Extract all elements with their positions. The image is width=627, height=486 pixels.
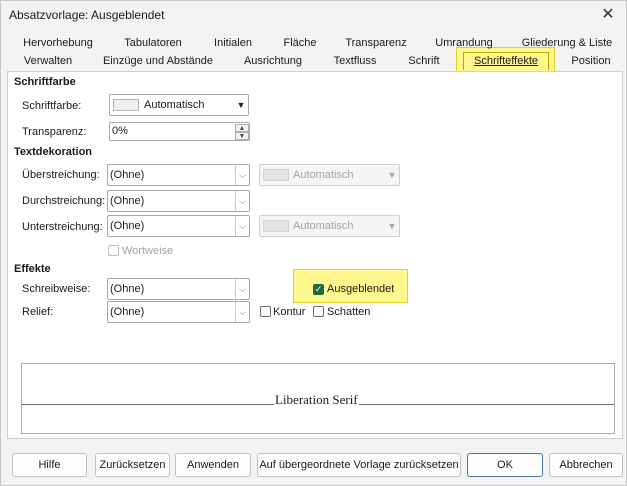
outline-checkbox[interactable] [260,306,271,317]
close-icon[interactable]: ✕ [598,5,618,25]
font-preview: Liberation Serif [21,363,615,434]
tab-ausrichtung[interactable]: Ausrichtung [233,53,313,71]
color-swatch [263,169,289,181]
word-by-word-label: Wortweise [122,245,174,257]
chevron-down-icon: ⌵ [235,191,249,211]
preview-text: Liberation Serif [274,392,359,408]
tab-tabulatoren[interactable]: Tabulatoren [113,35,193,53]
tab-textfluss[interactable]: Textfluss [321,53,389,71]
case-value: (Ohne) [110,283,145,295]
hidden-label: Ausgeblendet [327,283,395,295]
dialog-title: Absatzvorlage: Ausgeblendet [9,8,165,22]
chevron-down-icon: ▼ [387,170,397,180]
tab-flaeche[interactable]: Fläche [273,35,327,53]
transparency-value: 0% [112,125,128,137]
help-button[interactable]: Hilfe [12,453,87,477]
transparency-label: Transparenz: [22,126,87,138]
word-by-word-checkbox[interactable] [108,245,119,256]
apply-button[interactable]: Anwenden [175,453,251,477]
spin-up-icon[interactable]: ▲ [235,124,249,132]
relief-label: Relief: [22,306,54,318]
tab-position[interactable]: Position [561,53,621,71]
case-dropdown[interactable]: (Ohne) ⌵ [107,278,250,300]
tab-transparenz[interactable]: Transparenz [335,35,417,53]
shadow-label: Schatten [327,306,371,318]
underline-value: (Ohne) [110,220,145,232]
hidden-checkbox[interactable]: ✓ [313,284,324,295]
strikethrough-label: Durchstreichung: [22,195,106,207]
overline-label: Überstreichung: [22,169,100,181]
spin-down-icon[interactable]: ▼ [235,132,249,140]
tab-initialen[interactable]: Initialen [201,35,265,53]
chevron-down-icon: ⌵ [235,216,249,236]
tab-schrifteffekte[interactable]: Schrifteffekte [463,52,549,70]
chevron-down-icon: ▼ [387,221,397,231]
font-color-value: Automatisch [144,99,205,111]
font-color-dropdown[interactable]: Automatisch ▼ [109,94,249,116]
relief-value: (Ohne) [110,306,145,318]
chevron-down-icon: ⌵ [235,279,249,299]
reset-button[interactable]: Zurücksetzen [95,453,170,477]
font-color-label: Schriftfarbe: [22,100,82,112]
tab-einzuege-abstaende[interactable]: Einzüge und Abstände [91,53,225,71]
transparency-spinbox[interactable]: 0% ▲ ▼ [109,122,250,141]
relief-dropdown[interactable]: (Ohne) ⌵ [107,301,250,323]
shadow-checkbox[interactable] [313,306,324,317]
tab-schrift[interactable]: Schrift [397,53,451,71]
overline-dropdown[interactable]: (Ohne) ⌵ [107,164,250,186]
section-effects: Effekte [14,263,51,275]
overline-value: (Ohne) [110,169,145,181]
reset-to-parent-button[interactable]: Auf übergeordnete Vorlage zurücksetzen [257,453,461,477]
section-font-color: Schriftfarbe [14,76,76,88]
tab-umrandung[interactable]: Umrandung [425,35,503,53]
title-bar: Absatzvorlage: Ausgeblendet ✕ [1,1,626,29]
overline-color-value: Automatisch [293,169,354,181]
chevron-down-icon: ▼ [236,100,246,110]
cancel-button[interactable]: Abbrechen [549,453,623,477]
ok-button[interactable]: OK [467,453,543,477]
underline-dropdown[interactable]: (Ohne) ⌵ [107,215,250,237]
paragraph-style-dialog: Absatzvorlage: Ausgeblendet ✕ Hervorhebu… [0,0,627,486]
outline-label: Kontur [273,306,306,318]
strikethrough-value: (Ohne) [110,195,145,207]
chevron-down-icon: ⌵ [235,165,249,185]
tab-gliederung-liste[interactable]: Gliederung & Liste [511,35,623,53]
tab-verwalten[interactable]: Verwalten [13,53,83,71]
underline-color-dropdown[interactable]: Automatisch ▼ [259,215,400,237]
spin-buttons[interactable]: ▲ ▼ [235,124,249,142]
chevron-down-icon: ⌵ [235,302,249,322]
overline-color-dropdown[interactable]: Automatisch ▼ [259,164,400,186]
case-label: Schreibweise: [22,283,91,295]
tab-hervorhebung[interactable]: Hervorhebung [13,35,103,53]
strikethrough-dropdown[interactable]: (Ohne) ⌵ [107,190,250,212]
color-swatch [113,99,139,111]
underline-label: Unterstreichung: [22,221,103,233]
color-swatch [263,220,289,232]
section-text-decoration: Textdekoration [14,146,93,158]
underline-color-value: Automatisch [293,220,354,232]
